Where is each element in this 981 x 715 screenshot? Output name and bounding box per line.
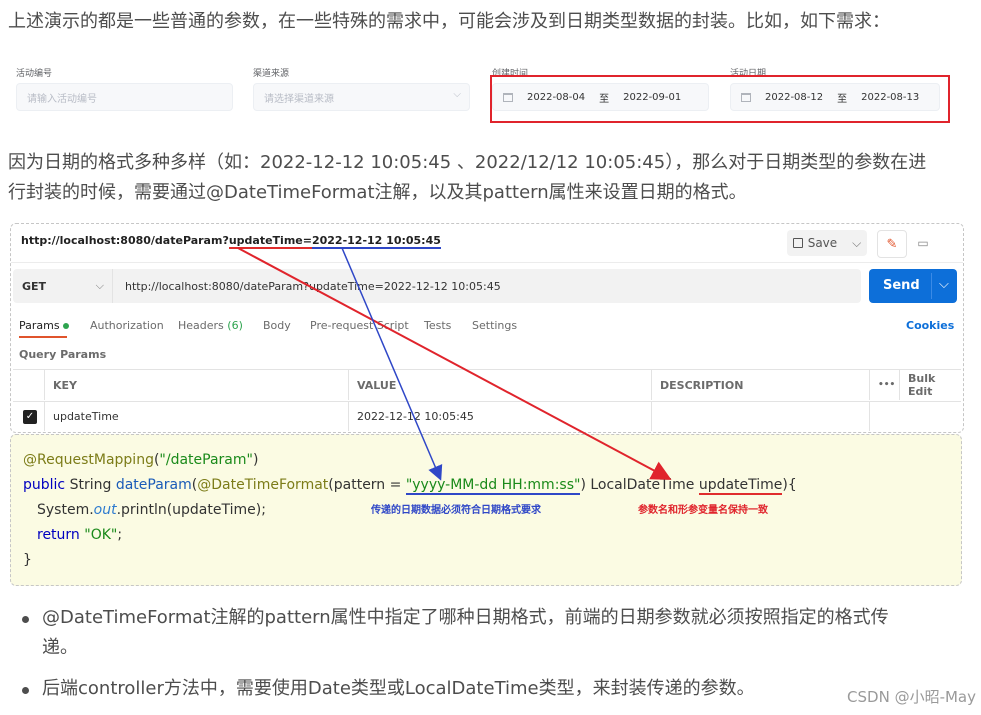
bulk-edit-link[interactable]: Bulk Edit xyxy=(900,370,961,400)
row-description-cell[interactable] xyxy=(652,401,870,431)
blue-annotation-note: 传递的日期数据必须符合日期格式要求 xyxy=(371,505,541,516)
method-label: GET xyxy=(22,279,47,293)
request-url-input[interactable]: http://localhost:8080/dateParam?updateTi… xyxy=(125,280,501,293)
tab-headers[interactable]: Headers (6) xyxy=(178,319,243,332)
chevron-down-icon[interactable]: ⌵ xyxy=(852,236,861,251)
bullet-dot-icon xyxy=(22,616,29,623)
tab-tests[interactable]: Tests xyxy=(424,319,451,332)
code-line-4: return "OK"; xyxy=(37,527,123,543)
code-line-3: System.out.println(updateTime); xyxy=(37,502,266,518)
postman-panel: http://localhost:8080/dateParam?updateTi… xyxy=(10,223,964,433)
url-param-key: updateTime xyxy=(228,234,303,249)
chevron-down-icon[interactable]: ⌵ xyxy=(939,277,949,292)
params-table: KEY VALUE DESCRIPTION ••• Bulk Edit ✓ up… xyxy=(13,369,961,432)
checkbox-header xyxy=(13,370,45,400)
row-value-cell[interactable]: 2022-12-12 10:05:45 xyxy=(349,401,652,431)
tab-authorization[interactable]: Authorization xyxy=(90,319,164,332)
method-select[interactable]: GET ⌵ xyxy=(13,269,113,303)
key-header: KEY xyxy=(45,370,349,400)
pattern-string: "yyyy-MM-dd HH:mm:ss" xyxy=(405,477,581,495)
row-filler-cell xyxy=(870,401,961,431)
code-block: @RequestMapping("/dateParam") public Str… xyxy=(10,434,962,586)
watermark: CSDN @小昭-May xyxy=(847,688,976,706)
request-title: http://localhost:8080/dateParam?updateTi… xyxy=(21,234,441,249)
chevron-down-icon: ⌵ xyxy=(95,279,104,292)
channel-placeholder: 请选择渠道来源 xyxy=(264,94,334,105)
bullet-dot-icon xyxy=(22,687,29,694)
request-bar: GET ⌵ http://localhost:8080/dateParam?up… xyxy=(13,269,861,303)
chevron-down-icon: ⌵ xyxy=(453,89,461,100)
code-line-2: public String dateParam(@DateTimeFormat(… xyxy=(23,477,797,495)
url-prefix: http://localhost:8080/dateParam? xyxy=(21,234,229,247)
send-label: Send xyxy=(883,278,920,293)
url-eq: = xyxy=(302,234,312,249)
red-annotation-note: 参数名和形参变量名保持一致 xyxy=(638,505,768,516)
description-header: DESCRIPTION xyxy=(652,370,870,400)
bullet-item-2: 后端controller方法中，需要使用Date类型或LocalDateTime… xyxy=(22,674,755,704)
channel-label: 渠道来源 xyxy=(253,69,290,79)
tab-settings[interactable]: Settings xyxy=(472,319,517,332)
save-button[interactable]: Save ⌵ xyxy=(787,230,867,256)
code-line-5: } xyxy=(23,552,32,568)
save-icon xyxy=(792,238,803,248)
url-param-value: 2022-12-12 10:05:45 xyxy=(311,234,441,249)
tab-prerequest[interactable]: Pre-request Script xyxy=(310,319,409,332)
more-options-icon[interactable]: ••• xyxy=(870,370,900,400)
code-line-1: @RequestMapping("/dateParam") xyxy=(23,452,259,468)
row-checkbox-cell: ✓ xyxy=(13,401,45,431)
checkbox-checked-icon[interactable]: ✓ xyxy=(23,409,37,424)
date-fields-highlight xyxy=(490,75,950,123)
save-label: Save xyxy=(807,236,838,250)
param-name: updateTime xyxy=(698,477,783,495)
explanation-line-1: 因为日期的格式多种多样（如：2022-12-12 10:05:45 、2022/… xyxy=(8,152,927,173)
channel-select[interactable]: 请选择渠道来源 ⌵ xyxy=(253,83,470,111)
comment-icon[interactable]: ▭ xyxy=(909,230,937,256)
send-button[interactable]: Send ⌵ xyxy=(869,269,957,303)
intro-paragraph: 上述演示的都是一些普通的参数，在一些特殊的需求中，可能会涉及到日期类型数据的封装… xyxy=(8,11,890,32)
tab-params[interactable]: Params xyxy=(19,319,70,338)
tab-body[interactable]: Body xyxy=(263,319,291,332)
active-dot-icon xyxy=(63,323,70,329)
query-params-heading: Query Params xyxy=(19,348,107,361)
activity-no-input[interactable]: 请输入活动编号 xyxy=(16,83,233,111)
bullet-item-1: @DateTimeFormat注解的pattern属性中指定了哪种日期格式，前端… xyxy=(22,603,889,663)
cookies-link[interactable]: Cookies xyxy=(906,319,954,332)
edit-icon[interactable]: ✎ xyxy=(877,230,907,258)
explanation-line-2: 行封装的时候，需要通过@DateTimeFormat注解，以及其pattern属… xyxy=(8,182,747,203)
row-key-cell[interactable]: updateTime xyxy=(45,401,349,431)
activity-no-label: 活动编号 xyxy=(16,69,53,79)
value-header: VALUE xyxy=(349,370,652,400)
